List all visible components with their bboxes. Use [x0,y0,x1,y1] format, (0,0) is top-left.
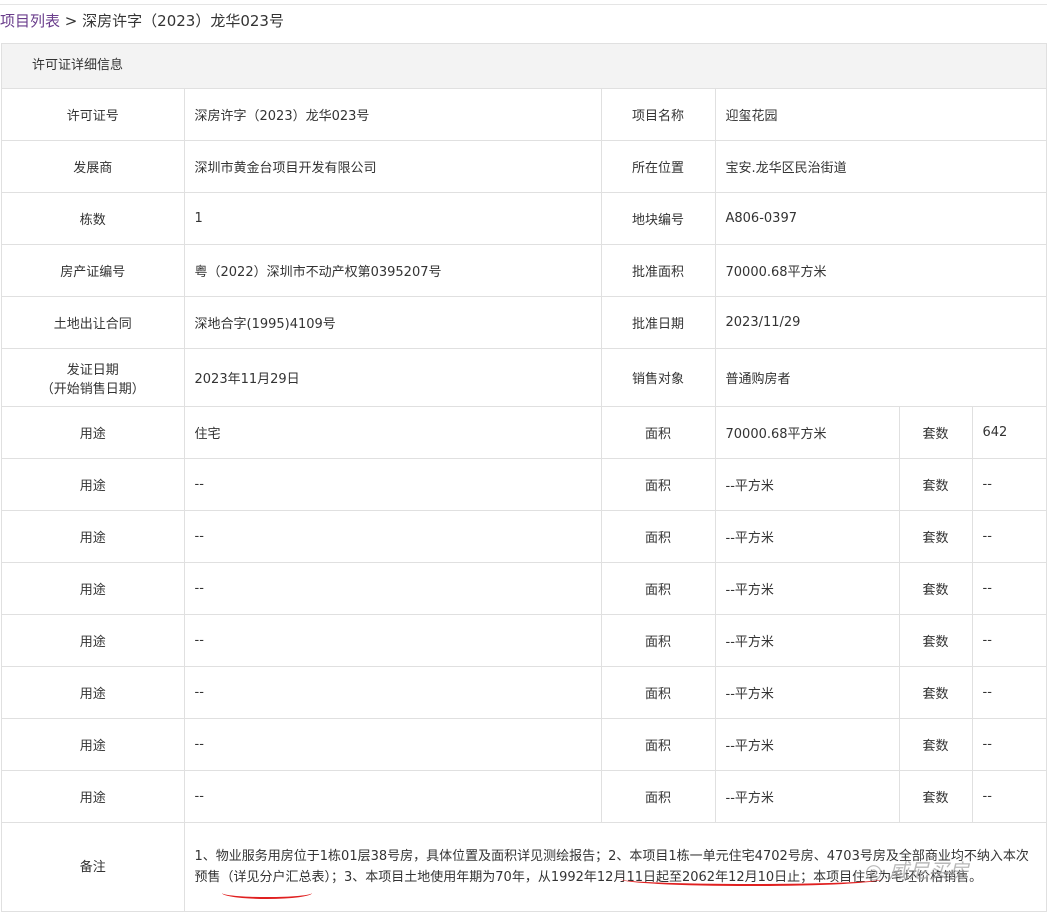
usage-value: -- [183,562,602,615]
usage-label: 用途 [2,770,185,823]
watermark: ◎ 威尼买房 [865,859,969,883]
license-detail-table: 许可证号 深房许字（2023）龙华023号 项目名称 迎玺花园 发展商 深圳市黄金台项目开… [2,89,1046,911]
usage-row: 用途 -- 面积 --平方米 套数 -- [2,718,1046,771]
usage-value: -- [183,614,602,667]
info-row: 房产证编号 粤（2022）深圳市不动产权第0395207号 批准面积 70000.68… [2,244,1046,297]
usage-row: 用途 -- 面积 --平方米 套数 -- [2,666,1046,719]
usage-value: -- [183,458,602,511]
field-value: 深地合字(1995)4109号 [183,296,602,349]
area-label: 面积 [600,614,716,667]
area-label: 面积 [600,406,716,459]
units-label: 套数 [898,510,973,563]
units-label: 套数 [898,666,973,719]
breadcrumb-current: 深房许字（2023）龙华023号 [82,12,284,30]
info-row: 土地出让合同 深地合字(1995)4109号 批准日期 2023/11/29 [2,296,1046,349]
usage-value: -- [183,666,602,719]
usage-label: 用途 [2,614,185,667]
usage-label: 用途 [2,666,185,719]
panel-title: 许可证详细信息 [2,44,1046,89]
field-value: 普通购房者 [714,348,1046,407]
field-label: 销售对象 [600,348,716,407]
breadcrumb: 项目列表 > 深房许字（2023）龙华023号 [0,10,284,31]
area-value: --平方米 [714,718,900,771]
field-label: 所在位置 [600,140,716,193]
field-value: 2023年11月29日 [183,348,602,407]
info-row: 发证日期 （开始销售日期） 2023年11月29日 销售对象 普通购房者 [2,348,1046,407]
area-value: --平方米 [714,510,900,563]
area-label: 面积 [600,718,716,771]
units-value: 642 [971,406,1046,459]
units-value: -- [971,718,1046,771]
field-value: 70000.68平方米 [714,244,1046,297]
usage-row: 用途 -- 面积 --平方米 套数 -- [2,510,1046,563]
area-label: 面积 [600,770,716,823]
usage-label: 用途 [2,406,185,459]
info-row: 栋数 1 地块编号 A806-0397 [2,192,1046,245]
area-value: --平方米 [714,458,900,511]
area-value: --平方米 [714,666,900,719]
units-value: -- [971,562,1046,615]
field-label: 房产证编号 [2,244,185,297]
field-value: 1 [183,192,602,245]
usage-value: -- [183,718,602,771]
field-label: 项目名称 [600,89,716,141]
usage-value: -- [183,770,602,823]
field-value: 迎玺花园 [714,89,1046,141]
usage-label: 用途 [2,510,185,563]
field-label: 发证日期 （开始销售日期） [2,348,185,407]
field-value: A806-0397 [714,192,1046,245]
usage-row: 用途 -- 面积 --平方米 套数 -- [2,562,1046,615]
usage-row: 用途 -- 面积 --平方米 套数 -- [2,458,1046,511]
units-label: 套数 [898,406,973,459]
units-value: -- [971,666,1046,719]
license-detail-panel: 许可证详细信息 许可证号 深房许字（2023）龙华023号 项目名称 迎玺花园 发展商深… [1,43,1047,912]
units-value: -- [971,614,1046,667]
field-label: 发展商 [2,140,185,193]
usage-row: 用途 -- 面积 --平方米 套数 -- [2,770,1046,823]
units-label: 套数 [898,718,973,771]
top-divider [0,4,1047,5]
usage-value: 住宅 [183,406,602,459]
breadcrumb-project-list-link[interactable]: 项目列表 [0,12,60,30]
area-label: 面积 [600,666,716,719]
field-label: 许可证号 [2,89,185,141]
units-label: 套数 [898,458,973,511]
units-label: 套数 [898,562,973,615]
field-value: 宝安.龙华区民治街道 [714,140,1046,193]
field-label: 栋数 [2,192,185,245]
units-value: -- [971,770,1046,823]
field-label: 批准面积 [600,244,716,297]
area-value: --平方米 [714,614,900,667]
field-value: 深房许字（2023）龙华023号 [183,89,602,141]
usage-label: 用途 [2,562,185,615]
remark-label: 备注 [2,822,185,911]
info-row: 发展商 深圳市黄金台项目开发有限公司 所在位置 宝安.龙华区民治街道 [2,140,1046,193]
units-label: 套数 [898,770,973,823]
area-label: 面积 [600,458,716,511]
field-label: 地块编号 [600,192,716,245]
usage-row: 用途 -- 面积 --平方米 套数 -- [2,614,1046,667]
field-value: 粤（2022）深圳市不动产权第0395207号 [183,244,602,297]
field-value: 深圳市黄金台项目开发有限公司 [183,140,602,193]
units-label: 套数 [898,614,973,667]
field-label: 批准日期 [600,296,716,349]
area-label: 面积 [600,562,716,615]
usage-value: -- [183,510,602,563]
usage-row: 用途 住宅 面积 70000.68平方米 套数 642 [2,406,1046,459]
units-value: -- [971,510,1046,563]
usage-label: 用途 [2,718,185,771]
field-value: 2023/11/29 [714,296,1046,349]
info-row: 许可证号 深房许字（2023）龙华023号 项目名称 迎玺花园 [2,89,1046,141]
units-value: -- [971,458,1046,511]
area-value: --平方米 [714,562,900,615]
usage-label: 用途 [2,458,185,511]
area-label: 面积 [600,510,716,563]
breadcrumb-separator: > [64,12,78,30]
area-value: 70000.68平方米 [714,406,900,459]
field-label: 土地出让合同 [2,296,185,349]
area-value: --平方米 [714,770,900,823]
